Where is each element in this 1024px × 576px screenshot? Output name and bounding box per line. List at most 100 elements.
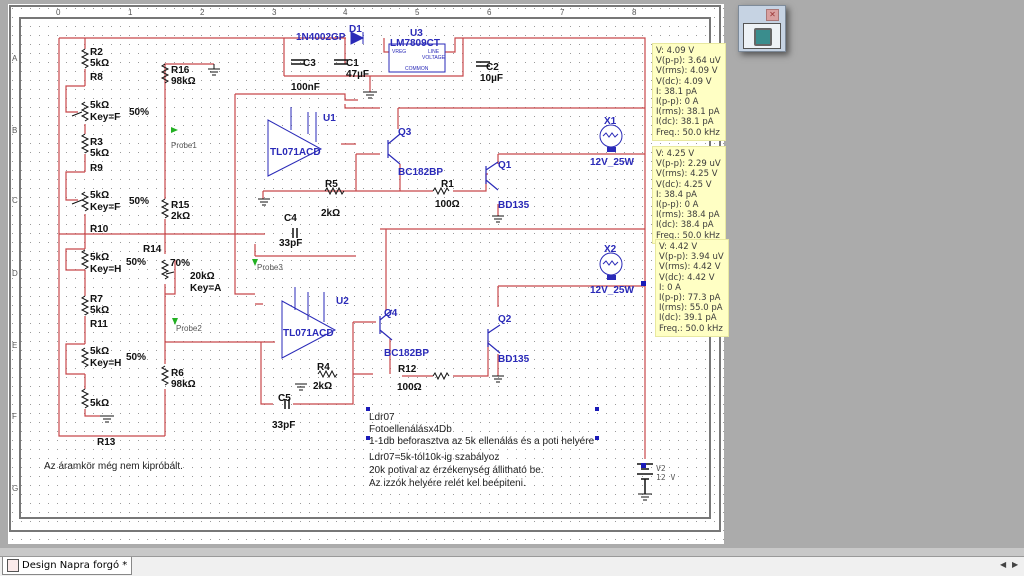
svg-text:U2: U2 — [336, 296, 349, 307]
svg-text:1-1db beforasztva az 5k ellená: 1-1db beforasztva az 5k ellenálás és a p… — [369, 436, 595, 447]
schematic-canvas[interactable]: 0 1 2 3 4 5 6 7 8 A B C D E F G VREG LIN… — [8, 4, 724, 544]
design-icon — [7, 559, 19, 572]
svg-text:5kΩ: 5kΩ — [90, 398, 109, 409]
svg-text:2kΩ: 2kΩ — [171, 211, 190, 222]
svg-text:Probe2: Probe2 — [176, 324, 202, 333]
svg-text:TL071ACD: TL071ACD — [283, 328, 334, 339]
svg-text:33pF: 33pF — [279, 238, 302, 249]
svg-text:R16: R16 — [171, 65, 190, 76]
svg-text:X2: X2 — [604, 244, 617, 255]
svg-text:5kΩ: 5kΩ — [90, 346, 109, 357]
readout-line: I: 38.1 pA — [656, 86, 697, 97]
svg-text:BD135: BD135 — [498, 200, 530, 211]
readout-line: V: 4.09 V — [656, 46, 695, 56]
svg-text:C3: C3 — [303, 58, 316, 69]
svg-text:50%: 50% — [129, 107, 149, 118]
svg-text:4: 4 — [343, 8, 348, 17]
svg-text:100Ω: 100Ω — [435, 199, 460, 210]
readout-line: I(rms): 38.1 pA — [656, 107, 720, 118]
readout-line: V(dc): 4.42 V — [659, 272, 715, 283]
readout-line: V: 4.25 V — [656, 149, 695, 159]
close-icon[interactable]: ✕ — [766, 9, 779, 21]
svg-text:1: 1 — [128, 8, 133, 17]
svg-text:33pF: 33pF — [272, 420, 295, 431]
svg-text:Ldr07=5k-tól10k-ig szabályoz: Ldr07=5k-tól10k-ig szabályoz — [369, 452, 499, 463]
svg-text:10µF: 10µF — [480, 73, 503, 84]
svg-text:F: F — [12, 412, 17, 421]
svg-text:B: B — [12, 126, 17, 135]
svg-text:Key=A: Key=A — [190, 283, 221, 294]
readout-line: V(p-p): 2.29 uV — [656, 159, 721, 170]
svg-text:8: 8 — [632, 8, 637, 17]
readout-line: V(p-p): 3.94 uV — [659, 252, 724, 263]
svg-text:Az áramkör még nem kipróbált.: Az áramkör még nem kipróbált. — [44, 461, 183, 472]
readout-line: V(rms): 4.42 V — [659, 262, 721, 273]
readout-line: I(rms): 55.0 pA — [659, 303, 723, 314]
scroll-right-icon[interactable]: ▶ — [1012, 560, 1018, 569]
svg-text:D1: D1 — [349, 24, 362, 35]
svg-text:Key=H: Key=H — [90, 264, 121, 275]
svg-text:100nF: 100nF — [291, 82, 320, 93]
svg-text:0: 0 — [56, 8, 61, 17]
readout-line: I(dc): 38.1 pA — [656, 117, 714, 128]
readout-line: I(p-p): 77.3 pA — [659, 293, 721, 304]
svg-text:R3: R3 — [90, 137, 103, 148]
svg-text:R11: R11 — [90, 319, 108, 330]
svg-text:BC182BP: BC182BP — [384, 348, 429, 359]
svg-text:U1: U1 — [323, 113, 336, 124]
schematic-sheet[interactable]: 0 1 2 3 4 5 6 7 8 A B C D E F G VREG LIN… — [8, 4, 724, 544]
svg-text:5kΩ: 5kΩ — [90, 252, 109, 263]
svg-text:Q2: Q2 — [498, 314, 512, 325]
svg-text:7: 7 — [560, 8, 565, 17]
svg-text:R4: R4 — [317, 362, 330, 373]
design-tab-bar: Design Napra forgó * ◀ ▶ — [0, 556, 1024, 576]
tab-label: Design Napra forgó * — [22, 559, 128, 571]
svg-text:50%: 50% — [129, 196, 149, 207]
svg-text:COMMON: COMMON — [405, 66, 429, 72]
readout-line: I(dc): 38.4 pA — [656, 220, 714, 231]
svg-text:R14: R14 — [143, 244, 162, 255]
svg-text:Key=F: Key=F — [90, 112, 120, 123]
floating-toolbar[interactable]: ✕ — [738, 5, 786, 52]
svg-text:C1: C1 — [346, 58, 359, 69]
svg-text:98kΩ: 98kΩ — [171, 76, 196, 87]
readout-line: I(p-p): 0 A — [656, 97, 699, 108]
svg-text:5kΩ: 5kΩ — [90, 305, 109, 316]
tab-design[interactable]: Design Napra forgó * — [2, 557, 133, 575]
svg-text:R13: R13 — [97, 437, 116, 448]
svg-text:Probe1: Probe1 — [171, 141, 197, 150]
svg-text:20k potival az érzékenység áll: 20k potival az érzékenység állitható be. — [369, 465, 544, 476]
probe2-readout[interactable]: V: 4.25 V V(p-p): 2.29 uV V(rms): 4.25 V V(… — [652, 146, 726, 244]
instrument-button[interactable] — [743, 23, 781, 49]
svg-text:2: 2 — [200, 8, 205, 17]
readout-line: V(dc): 4.09 V — [656, 76, 712, 87]
svg-text:R6: R6 — [171, 368, 184, 379]
svg-text:Az izzók helyére relét kel beé: Az izzók helyére relét kel beépiteni. — [369, 478, 526, 489]
svg-text:R8: R8 — [90, 72, 103, 83]
readout-line: I: 0 A — [659, 282, 681, 293]
readout-line: Freq.: 50.0 kHz — [659, 323, 723, 334]
svg-text:Q4: Q4 — [384, 308, 398, 319]
svg-text:100Ω: 100Ω — [397, 382, 422, 393]
svg-text:5kΩ: 5kΩ — [90, 190, 109, 201]
svg-text:98kΩ: 98kΩ — [171, 379, 196, 390]
svg-text:Ldr07: Ldr07 — [369, 412, 395, 423]
svg-text:E: E — [12, 341, 17, 350]
horizontal-scrollbar[interactable] — [0, 548, 1024, 556]
svg-text:G: G — [12, 484, 18, 493]
readout-line: I(rms): 38.4 pA — [656, 210, 720, 221]
probe1-readout[interactable]: V: 4.09 V V(p-p): 3.64 uV V(rms): 4.09 V V(… — [652, 43, 726, 141]
svg-text:R12: R12 — [398, 364, 417, 375]
readout-line: V(p-p): 3.64 uV — [656, 56, 721, 67]
svg-text:C: C — [12, 196, 18, 205]
readout-line: V(rms): 4.25 V — [656, 169, 718, 180]
svg-text:R10: R10 — [90, 224, 109, 235]
scroll-left-icon[interactable]: ◀ — [1000, 560, 1006, 569]
probe3-readout[interactable]: V: 4.42 V V(p-p): 3.94 uV V(rms): 4.42 V V(… — [655, 239, 729, 337]
svg-text:2kΩ: 2kΩ — [321, 208, 340, 219]
svg-text:Probe3: Probe3 — [257, 263, 283, 272]
svg-text:C4: C4 — [284, 213, 297, 224]
svg-text:12 V: 12 V — [656, 473, 675, 482]
readout-line: V: 4.42 V — [659, 242, 698, 252]
svg-text:5kΩ: 5kΩ — [90, 58, 109, 69]
